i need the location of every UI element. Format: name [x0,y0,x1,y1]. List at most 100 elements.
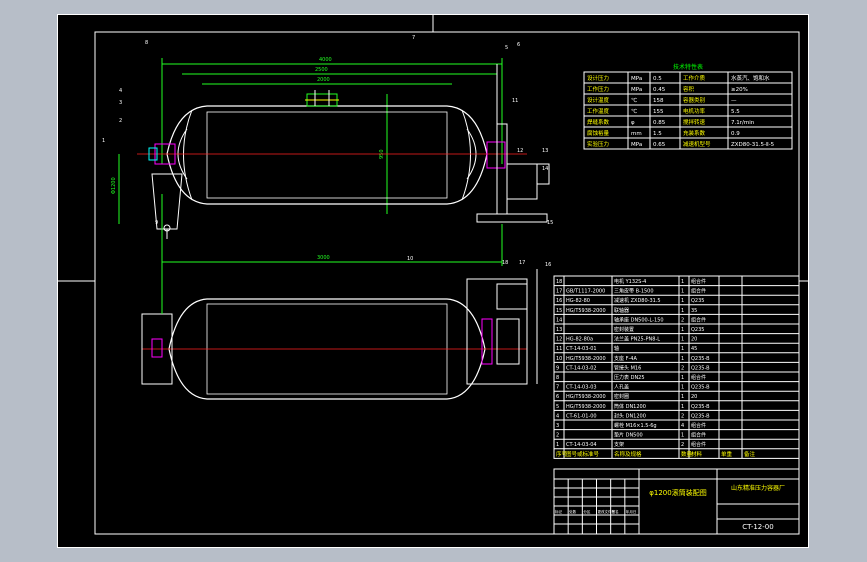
parts-cell: CT-14-03-01 [566,346,597,352]
balloon-label: 13 [542,148,548,154]
dim-cylinder-length: 2500 [315,67,328,73]
parts-cell: 45 [691,346,697,352]
parts-cell: Q235 [691,298,704,304]
dim-diameter: Φ1200 [111,177,117,194]
spec-cell: 工作温度 [587,107,610,115]
parts-cell: 组合件 [691,316,706,323]
parts-cell: Q235-B [691,385,710,391]
parts-cell: 16 [556,298,562,304]
parts-cell: HG-82-80a [566,337,593,343]
parts-cell: 组合件 [691,441,706,448]
balloon-label: 1 [102,138,105,144]
drawing-sheet: 4000 2500 2000 950 Φ1200 3000 技术特性表设计压力 … [57,14,809,548]
parts-cell: 4 [681,423,684,429]
parts-cell: 联轴器 [614,307,629,314]
balloon-label: 8 [145,40,148,46]
balloon-label: 9 [155,220,158,226]
parts-cell: 1 [681,308,684,314]
spec-cell: ℃ [631,97,637,104]
parts-cell: 螺栓 M16×1.5-6g [614,422,657,429]
parts-cell: 4 [556,413,559,419]
spec-cell: 5.5 [731,109,740,115]
parts-cell: 6 [556,394,559,400]
spec-cell: 容器类别 [683,96,705,104]
balloon-label: 12 [517,148,523,154]
parts-cell: HG/T5938-2000 [566,394,606,400]
spec-cell: mm [631,131,642,137]
parts-cell: 1 [681,356,684,362]
drawing-number: CT-12-00 [742,523,773,531]
spec-cell: 容积 [683,85,695,93]
parts-cell: 1 [681,337,684,343]
spec-cell: 1.5 [653,131,662,137]
parts-cell: HG/T5938-2000 [566,308,606,314]
parts-cell: Q235-B [691,356,710,362]
balloon-label: 3 [119,100,122,106]
vessel-shell [166,105,488,205]
parts-cell: 组合件 [691,422,706,429]
spec-cell: 工作介质 [683,74,706,82]
reducer [506,163,538,200]
parts-cell: 12 [556,337,562,343]
parts-cell: 组合件 [691,288,706,295]
parts-cell: 组合件 [691,278,706,285]
dim-overall-length: 4000 [319,57,332,63]
balloon-label: 10 [407,256,413,262]
parts-cell: 14 [556,317,562,323]
spec-table-title: 技术特性表 [673,63,703,71]
parts-cell: 1 [681,385,684,391]
parts-cell: CT-14-03-02 [566,365,597,371]
plan-view [141,194,538,400]
spec-cell: 充装系数 [683,129,706,137]
dim-shell-length: 2000 [317,77,330,83]
parts-cell: 轴承座 DN500-L-150 [614,316,664,323]
parts-cell: 1 [681,298,684,304]
parts-cell: 三角皮带 B-1500 [614,288,654,295]
spec-cell: — [731,98,737,104]
parts-header-cell: 名称及规格 [614,450,642,458]
parts-cell: 组合件 [691,374,706,381]
balloon-label: 2 [119,118,122,124]
parts-cell: 电机 Y132S-4 [614,278,646,285]
parts-header-cell: 单重 [721,450,733,458]
parts-cell: 3 [556,423,559,429]
balloon-label: 4 [119,88,122,94]
balloon-label: 7 [412,35,415,41]
parts-cell: HG/T5938-2000 [566,356,606,362]
parts-cell: 13 [556,327,562,333]
parts-cell: HG-82-80 [566,298,590,304]
plan-reducer [496,318,520,365]
dim-bottom-span: 3000 [317,255,330,261]
parts-cell: 2 [681,413,684,419]
spec-cell: 水蒸汽、饱和水 [731,74,770,82]
spec-cell: 实验压力 [587,140,609,148]
spec-cell: MPa [631,87,642,93]
parts-cell: 组合件 [691,432,706,439]
spec-cell: 0.5 [653,76,662,82]
spec-cell: 设计温度 [587,96,610,104]
spec-cell: 155 [653,109,664,115]
parts-cell: 1 [681,375,684,381]
parts-cell: 1 [681,327,684,333]
parts-cell: Q235-B [691,365,710,371]
parts-cell: 8 [556,375,559,381]
parts-cell: 2 [681,442,684,448]
tb-label: 处数 [569,509,577,514]
parts-cell: 2 [681,317,684,323]
parts-cell: 15 [556,308,562,314]
spec-cell: ZXD80-31.5-Ⅱ-5 [731,142,775,148]
spec-cell: MPa [631,76,642,82]
balloon-label: 16 [545,262,551,268]
spec-cell: 腐蚀裕量 [587,129,610,137]
balloon-label: 14 [542,166,548,172]
spec-cell: 7.1r/min [731,120,755,126]
balloon-label: 15 [547,220,553,226]
parts-cell: 17 [556,289,562,295]
parts-cell: 人孔盖 [614,384,629,391]
left-head [183,109,193,201]
parts-cell: 支架 [614,441,624,448]
parts-list-table: 18 电机 Y132S-4 1 组合件17 GB/T1117-2000 三角皮带 B-15… [553,275,800,459]
parts-cell: CT-14-03-04 [566,442,597,448]
parts-cell: Q235-B [691,404,710,410]
parts-cell: 密封装置 [614,326,634,333]
